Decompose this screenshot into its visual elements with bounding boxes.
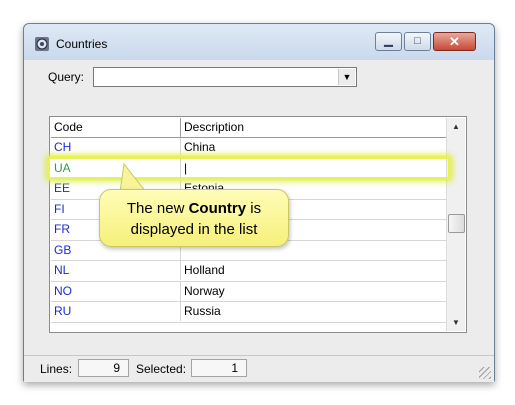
cell-description[interactable]: China: [181, 138, 447, 157]
window-title: Countries: [56, 37, 108, 51]
selected-count: 1: [191, 359, 247, 377]
cell-description[interactable]: Norway: [181, 281, 447, 301]
table-row[interactable]: RU Russia: [51, 302, 447, 323]
callout-text-line2: displayed in the list: [130, 221, 258, 238]
cell-code[interactable]: NL: [51, 261, 181, 280]
query-label: Query:: [48, 70, 85, 84]
table-row-new[interactable]: UA |: [51, 158, 447, 179]
column-header-code[interactable]: Code: [51, 118, 181, 137]
minimize-button[interactable]: ▁: [375, 32, 402, 51]
selected-label: Selected:: [136, 362, 187, 376]
cell-code[interactable]: CH: [51, 138, 181, 157]
scroll-thumb[interactable]: [448, 214, 465, 233]
callout-text-suffix: is: [246, 200, 262, 217]
callout-text-bold: Country: [188, 200, 247, 217]
grid-header: Code Description: [51, 118, 447, 138]
lines-count: 9: [78, 359, 129, 377]
gear-globe-icon: [35, 37, 49, 51]
query-combobox[interactable]: ▼: [93, 67, 357, 87]
column-header-description[interactable]: Description: [181, 118, 447, 137]
cell-description-editing[interactable]: |: [181, 158, 447, 178]
chevron-down-icon[interactable]: ▼: [338, 69, 355, 85]
cell-code[interactable]: RU: [51, 302, 181, 321]
cell-code[interactable]: NO: [51, 281, 181, 301]
table-row[interactable]: NO Norway: [51, 281, 447, 302]
resize-grip-icon[interactable]: [479, 367, 491, 379]
countries-window: Countries ▁ □ ✕ Query: ▼ Code Descriptio…: [23, 23, 495, 382]
maximize-button[interactable]: □: [404, 32, 431, 51]
close-button[interactable]: ✕: [433, 32, 476, 51]
maximize-icon: □: [414, 35, 421, 47]
lines-label: Lines:: [40, 362, 73, 376]
title-bar[interactable]: Countries ▁ □ ✕: [24, 24, 494, 60]
callout-text-prefix: The new: [126, 200, 189, 217]
status-bar: Lines: 9 Selected: 1: [24, 355, 494, 382]
table-row[interactable]: CH China: [51, 138, 447, 159]
close-icon: ✕: [449, 34, 460, 49]
scroll-down-icon[interactable]: ▼: [447, 314, 465, 331]
cell-description[interactable]: Holland: [181, 261, 447, 280]
minimize-icon: ▁: [384, 35, 393, 47]
table-row[interactable]: NL Holland: [51, 261, 447, 282]
scroll-up-icon[interactable]: ▲: [447, 118, 465, 135]
cell-description[interactable]: Russia: [181, 302, 447, 321]
vertical-scrollbar[interactable]: ▲ ▼: [446, 118, 465, 331]
callout-note: The new Country is displayed in the list: [99, 189, 289, 247]
